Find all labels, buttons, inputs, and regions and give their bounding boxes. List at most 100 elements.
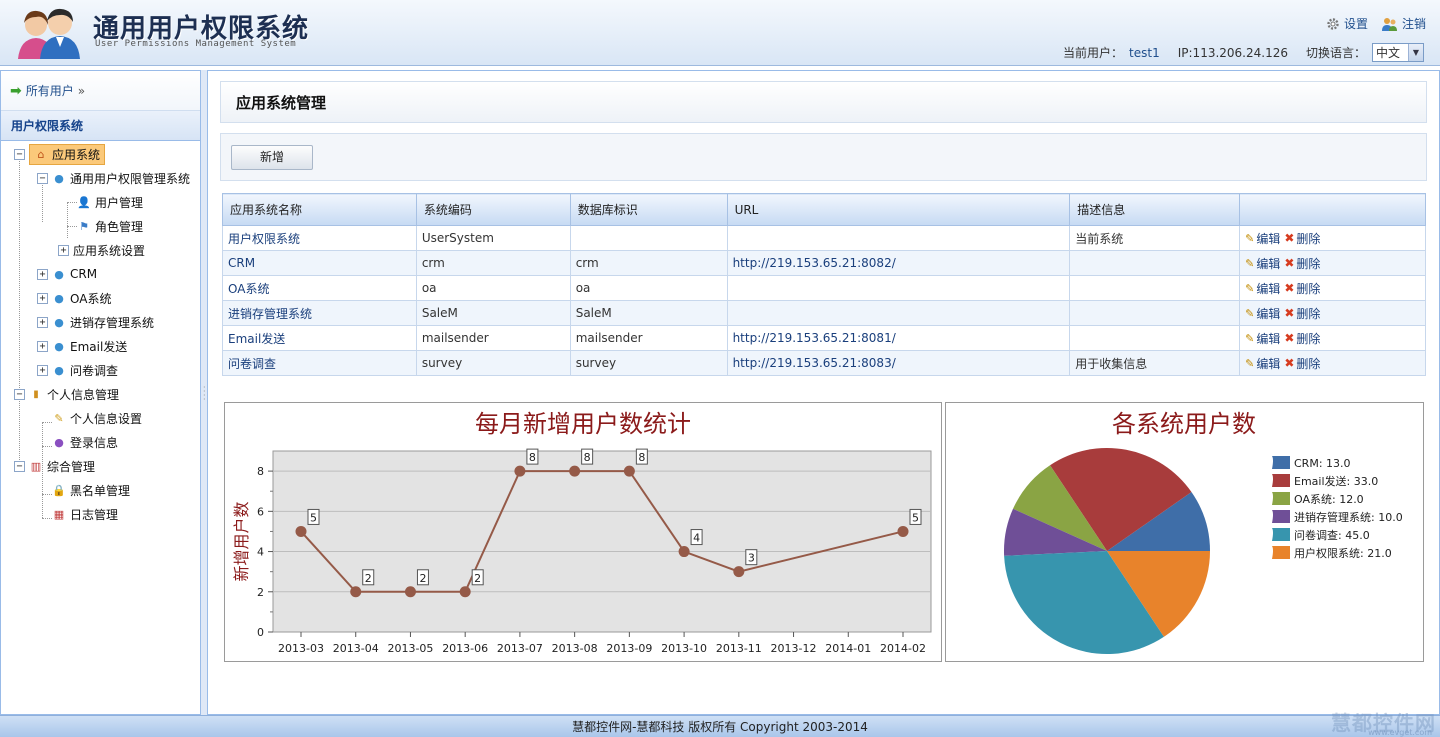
delete-button[interactable]: ✖ 删除 (1284, 230, 1320, 247)
y-tick-label: 6 (257, 505, 264, 518)
x-tick-label: 2013-10 (661, 642, 707, 655)
delete-button[interactable]: ✖ 删除 (1284, 330, 1320, 347)
edit-button[interactable]: ✎ 编辑 (1245, 305, 1280, 322)
expand-toggle-icon[interactable]: + (37, 316, 48, 328)
tree-node-survey[interactable]: + ● 问卷调查 (37, 360, 118, 380)
cell-name[interactable]: Email发送 (222, 325, 417, 351)
expand-toggle-icon[interactable]: + (58, 244, 69, 256)
breadcrumb-all-users[interactable]: 所有用户 (26, 82, 74, 99)
table-row[interactable]: Email发送 mailsender mailsender http://219… (222, 325, 1426, 351)
tree-node-app-system[interactable]: − ⌂ 应用系统 (14, 143, 106, 165)
cell-url[interactable]: http://219.153.65.21:8082/ (726, 250, 1071, 276)
tree-node-umps[interactable]: − ● 通用用户权限管理系统 (37, 168, 190, 188)
cell-url[interactable] (726, 275, 1071, 301)
data-label: 4 (693, 532, 700, 545)
col-header-db[interactable]: 数据库标识 (569, 193, 728, 226)
collapse-toggle-icon[interactable]: − (14, 388, 25, 400)
delete-x-icon: ✖ (1284, 306, 1295, 320)
legend-swatch (1272, 456, 1290, 469)
tree-label-personal: 个人信息管理 (47, 387, 120, 402)
tree-node-user-mgmt[interactable]: 👤 用户管理 (77, 192, 143, 212)
cell-url[interactable] (726, 225, 1071, 251)
edit-button[interactable]: ✎ 编辑 (1245, 255, 1280, 272)
app-subtitle: User Permissions Management System (95, 39, 297, 49)
table-row[interactable]: CRM crm crm http://219.153.65.21:8082/ ✎… (222, 250, 1426, 276)
tree-label-email: Email发送 (70, 339, 128, 354)
cell-url[interactable] (726, 300, 1071, 326)
expand-toggle-icon[interactable]: + (37, 268, 48, 280)
cell-url[interactable]: http://219.153.65.21:8081/ (726, 325, 1071, 351)
delete-button[interactable]: ✖ 删除 (1284, 255, 1320, 272)
x-tick-label: 2013-06 (442, 642, 488, 655)
data-label: 8 (584, 451, 591, 464)
tree-node-login-info[interactable]: ● 登录信息 (52, 432, 118, 452)
collapse-toggle-icon[interactable]: − (37, 172, 48, 184)
watermark-url: www.evget.com (1368, 728, 1432, 737)
tree-node-inventory[interactable]: + ● 进销存管理系统 (37, 312, 154, 332)
tree-node-email[interactable]: + ● Email发送 (37, 336, 127, 356)
edit-button[interactable]: ✎ 编辑 (1245, 230, 1280, 247)
language-select[interactable]: 中文 ▼ (1372, 43, 1424, 62)
data-label: 2 (419, 572, 426, 585)
table-header-row: 应用系统名称 系统编码 数据库标识 URL 描述信息 (222, 193, 1426, 226)
cell-name[interactable]: 用户权限系统 (222, 225, 417, 251)
edit-button[interactable]: ✎ 编辑 (1245, 355, 1280, 372)
settings-link[interactable]: 设置 (1326, 15, 1368, 32)
cell-code: mailsender (415, 325, 571, 351)
sidebar-system-title: 用户权限系统 (1, 111, 200, 141)
breadcrumb-separator: » (77, 83, 86, 98)
x-tick-label: 2013-11 (716, 642, 762, 655)
collapse-toggle-icon[interactable]: − (14, 460, 25, 472)
cell-actions: ✎ 编辑 ✖ 删除 (1239, 350, 1426, 376)
tree-node-personal[interactable]: − ▮ 个人信息管理 (14, 384, 119, 404)
arrow-right-icon: ➡ (10, 82, 22, 99)
tree-label-crm: CRM (70, 267, 98, 281)
table-row[interactable]: OA系统 oa oa ✎ 编辑 ✖ 删除 (222, 275, 1426, 301)
tree-node-blacklist[interactable]: 🔒 黑名单管理 (52, 480, 130, 500)
tree-node-app-settings[interactable]: + 应用系统设置 (58, 240, 145, 260)
collapse-toggle-icon[interactable]: − (14, 148, 25, 160)
cell-url[interactable]: http://219.153.65.21:8083/ (726, 350, 1071, 376)
logout-link[interactable]: 注销 (1381, 15, 1426, 32)
table-row[interactable]: 进销存管理系统 SaleM SaleM ✎ 编辑 ✖ 删除 (222, 300, 1426, 326)
data-point (350, 586, 362, 598)
edit-button[interactable]: ✎ 编辑 (1245, 330, 1280, 347)
cell-db (569, 225, 728, 251)
cell-name[interactable]: 问卷调查 (222, 350, 417, 376)
lightbulb-icon: ● (54, 435, 64, 449)
legend-label: Email发送: 33.0 (1294, 474, 1378, 488)
col-header-desc[interactable]: 描述信息 (1069, 193, 1241, 226)
cell-code: SaleM (415, 300, 571, 326)
tree-node-role-mgmt[interactable]: ⚑ 角色管理 (77, 216, 143, 236)
col-header-name[interactable]: 应用系统名称 (222, 193, 417, 226)
cell-name[interactable]: 进销存管理系统 (222, 300, 417, 326)
edit-button[interactable]: ✎ 编辑 (1245, 280, 1280, 297)
current-user-label: 当前用户： (1063, 46, 1124, 60)
data-point (678, 546, 690, 558)
delete-button[interactable]: ✖ 删除 (1284, 355, 1320, 372)
delete-label: 删除 (1296, 256, 1321, 271)
col-header-url[interactable]: URL (726, 193, 1071, 226)
expand-toggle-icon[interactable]: + (37, 364, 48, 376)
cell-name[interactable]: OA系统 (222, 275, 417, 301)
data-point (459, 586, 471, 598)
expand-toggle-icon[interactable]: + (37, 292, 48, 304)
cell-db: survey (569, 350, 728, 376)
add-button[interactable]: 新增 (231, 145, 313, 170)
table-row[interactable]: 用户权限系统 UserSystem 当前系统 ✎ 编辑 ✖ 删除 (222, 225, 1426, 251)
tree-node-crm[interactable]: + ● CRM (37, 264, 97, 284)
tree-node-logs[interactable]: ▦ 日志管理 (52, 504, 118, 524)
expand-toggle-icon[interactable]: + (37, 340, 48, 352)
col-header-code[interactable]: 系统编码 (415, 193, 571, 226)
tree-node-general[interactable]: − ▥ 综合管理 (14, 456, 95, 476)
table-row[interactable]: 问卷调查 survey survey http://219.153.65.21:… (222, 350, 1426, 376)
tree-node-personal-settings[interactable]: ✎ 个人信息设置 (52, 408, 142, 428)
tree-label-personal-settings: 个人信息设置 (70, 411, 143, 426)
breadcrumb: ➡ 所有用户 » (1, 71, 200, 111)
delete-button[interactable]: ✖ 删除 (1284, 280, 1320, 297)
tree-node-oa[interactable]: + ● OA系统 (37, 288, 111, 308)
cell-actions: ✎ 编辑 ✖ 删除 (1239, 225, 1426, 251)
delete-button[interactable]: ✖ 删除 (1284, 305, 1320, 322)
cell-name[interactable]: CRM (222, 250, 417, 276)
chevron-down-icon: ▼ (1408, 44, 1423, 61)
